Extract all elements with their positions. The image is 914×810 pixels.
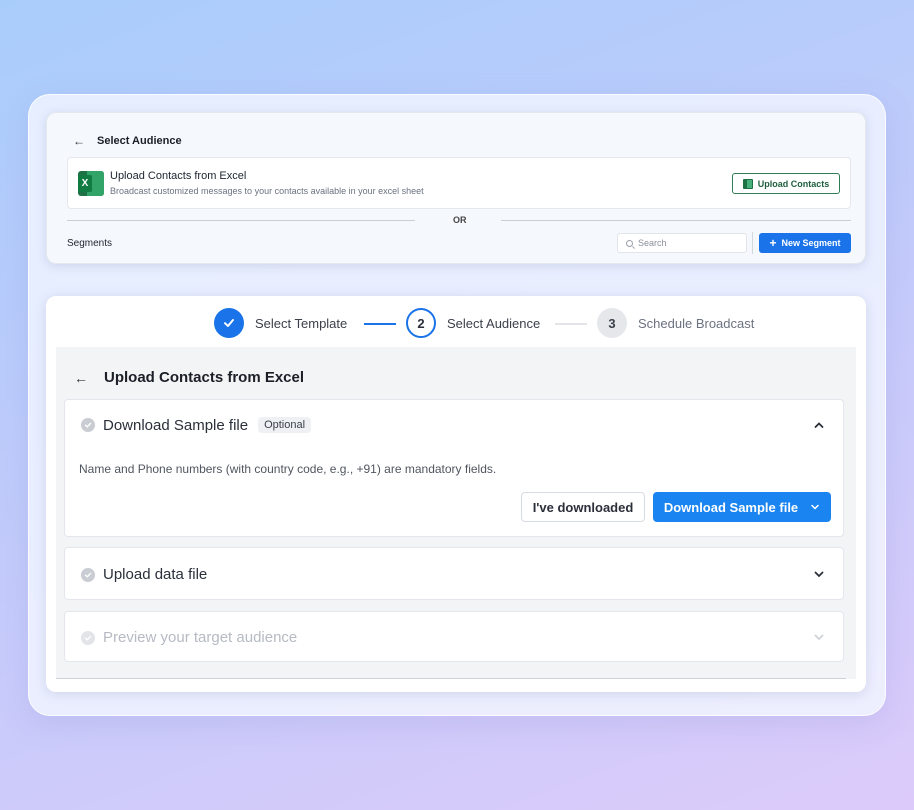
accordion-header[interactable]: Upload data file xyxy=(81,548,207,601)
back-arrow-icon[interactable]: ← xyxy=(74,371,88,385)
broadcast-wizard-card: Select Template 2 Select Audience 3 Sche… xyxy=(46,296,866,692)
chevron-up-icon[interactable] xyxy=(813,419,825,431)
plus-icon: + xyxy=(769,236,777,250)
step-label: Select Template xyxy=(255,315,348,331)
or-divider: OR xyxy=(67,213,851,227)
wizard-stepper: Select Template 2 Select Audience 3 Sche… xyxy=(214,308,814,340)
excel-icon: X xyxy=(78,171,104,196)
segments-label: Segments xyxy=(67,238,113,249)
accordion-header: Preview your target audience xyxy=(81,612,297,663)
excel-option-subtitle: Broadcast customized messages to your co… xyxy=(110,186,424,196)
accordion-header[interactable]: Download Sample file Optional xyxy=(81,400,312,450)
excel-upload-option: X Upload Contacts from Excel Broadcast c… xyxy=(67,157,851,209)
new-segment-label: New Segment xyxy=(781,238,841,248)
accordion-title: Preview your target audience xyxy=(103,629,298,646)
check-circle-icon xyxy=(81,567,95,582)
mandatory-fields-note: Name and Phone numbers (with country cod… xyxy=(79,462,497,476)
chevron-down-icon xyxy=(814,634,824,641)
toolbar-divider xyxy=(752,232,753,254)
accordion-upload-data-file[interactable]: Upload data file xyxy=(64,547,844,600)
search-icon xyxy=(626,239,633,247)
excel-option-title: Upload Contacts from Excel xyxy=(110,170,247,182)
search-placeholder: Search xyxy=(638,238,667,248)
accordion-title: Upload data file xyxy=(103,566,208,583)
upload-contacts-button[interactable]: Upload Contacts xyxy=(732,173,840,194)
accordion-preview-audience: Preview your target audience xyxy=(64,611,844,662)
step-select-template[interactable]: Select Template xyxy=(214,308,347,338)
download-sample-file-button[interactable]: Download Sample file xyxy=(653,492,831,522)
ive-downloaded-button[interactable]: I've downloaded xyxy=(521,492,645,522)
excel-small-icon xyxy=(742,178,753,189)
select-audience-card: ← Select Audience X Upload Contacts from… xyxy=(46,112,866,264)
panel-title: Upload Contacts from Excel xyxy=(104,369,305,386)
step-connector xyxy=(555,323,587,325)
select-audience-title: Select Audience xyxy=(97,135,182,147)
download-sample-label: Download Sample file xyxy=(663,499,799,515)
step-label: Schedule Broadcast xyxy=(638,315,755,331)
select-audience-header: ← Select Audience xyxy=(73,135,182,147)
new-segment-button[interactable]: + New Segment xyxy=(759,233,851,253)
chevron-down-icon[interactable] xyxy=(813,568,825,580)
upload-contacts-panel: ← Upload Contacts from Excel Download Sa… xyxy=(56,347,856,679)
chevron-down-icon xyxy=(811,504,819,510)
segment-search-input[interactable]: Search xyxy=(617,233,747,253)
or-divider-text: OR xyxy=(453,215,467,225)
optional-badge: Optional xyxy=(258,417,312,433)
check-circle-icon xyxy=(81,418,95,432)
step-select-audience[interactable]: 2 Select Audience xyxy=(406,308,540,338)
step-schedule-broadcast[interactable]: 3 Schedule Broadcast xyxy=(597,308,754,338)
check-icon xyxy=(214,308,244,338)
upload-contacts-label: Upload Contacts xyxy=(757,178,830,189)
step-number: 2 xyxy=(406,308,436,338)
back-arrow-icon[interactable]: ← xyxy=(73,135,85,147)
step-number: 3 xyxy=(597,308,627,338)
accordion-title: Download Sample file xyxy=(103,416,249,434)
step-connector xyxy=(364,323,396,325)
check-circle-icon xyxy=(81,630,95,645)
panel-header: ← Upload Contacts from Excel xyxy=(74,369,304,386)
step-label: Select Audience xyxy=(447,315,541,331)
accordion-download-sample: Download Sample file Optional Name and P… xyxy=(64,399,844,537)
panel-bottom-divider xyxy=(56,678,846,679)
